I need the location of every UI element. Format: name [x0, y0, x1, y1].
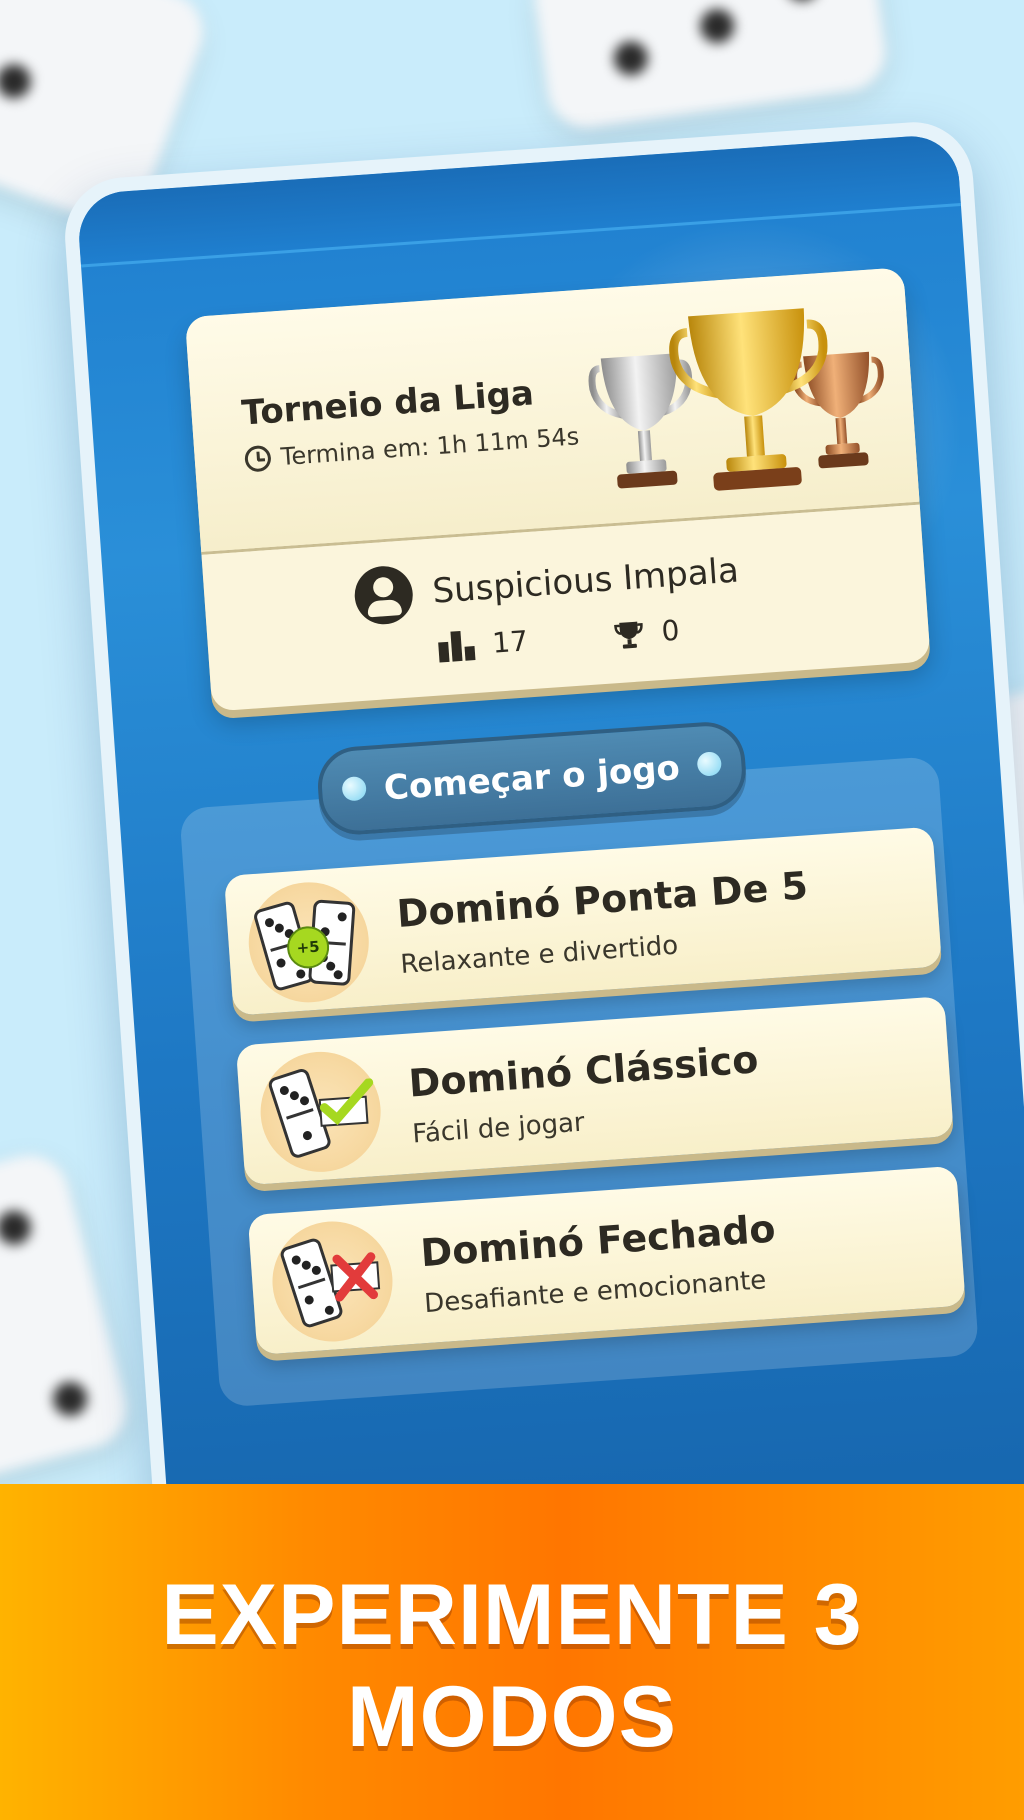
check-mark-icon [318, 1078, 374, 1127]
banner-text: EXPERIMENTE 3 MODOS [0, 1564, 1024, 1768]
cross-mark-icon [330, 1252, 381, 1302]
mode-subtitle: Relaxante e divertido [399, 930, 680, 980]
player-row: Suspicious Impala [352, 541, 741, 627]
background-dice-left [0, 1146, 136, 1494]
banner-line-2: MODOS [347, 1669, 677, 1765]
avatar-icon [352, 564, 415, 627]
banner-line-1: EXPERIMENTE 3 [161, 1567, 863, 1663]
dice-pip [49, 1378, 91, 1420]
dice-pip [0, 1206, 35, 1249]
background-dice-top-right [529, 0, 891, 133]
section-title: Começar o jogo [382, 748, 682, 809]
trophies-icon [588, 308, 884, 491]
bronze-trophy-icon [791, 351, 884, 469]
dice-pip [611, 39, 651, 78]
mode-title: Dominó Ponta De 5 [395, 863, 810, 937]
phone-frame: Torneio da Liga Termina em: 1h 11m 54s S… [61, 118, 1024, 1679]
pill-dot-right-icon [696, 751, 723, 777]
clock-icon [244, 444, 272, 473]
plus-five-badge-label: +5 [296, 937, 321, 958]
pill-dot-left-icon [341, 775, 367, 802]
league-tournament-card[interactable]: Torneio da Liga Termina em: 1h 11m 54s S… [184, 267, 931, 712]
dice-pip [698, 6, 737, 46]
ponta-de-5-icon: +5 [244, 878, 373, 1007]
dice-pip [0, 59, 36, 104]
player-name: Suspicious Impala [431, 550, 741, 612]
dice-pip [782, 0, 822, 3]
game-screen: Torneio da Liga Termina em: 1h 11m 54s S… [76, 133, 1024, 1664]
rank-value: 17 [491, 624, 530, 660]
trophy-icon [613, 621, 643, 649]
promo-banner: EXPERIMENTE 3 MODOS [0, 1484, 1024, 1820]
league-title: Torneio da Liga [240, 373, 536, 434]
league-card-header: Torneio da Liga Termina em: 1h 11m 54s [184, 267, 920, 555]
mode-title: Dominó Clássico [407, 1037, 760, 1106]
mode-title: Dominó Fechado [419, 1206, 777, 1276]
player-stats: 17 0 [437, 613, 681, 664]
trophy-value: 0 [660, 613, 681, 648]
mode-subtitle: Fácil de jogar [411, 1107, 586, 1150]
league-timer-label: Termina em: 1h 11m 54s [279, 422, 581, 472]
fechado-icon [268, 1217, 397, 1346]
mode-subtitle: Desafiante e emocionante [423, 1265, 768, 1320]
classico-icon [256, 1047, 385, 1176]
rank-bars-icon [437, 630, 476, 663]
